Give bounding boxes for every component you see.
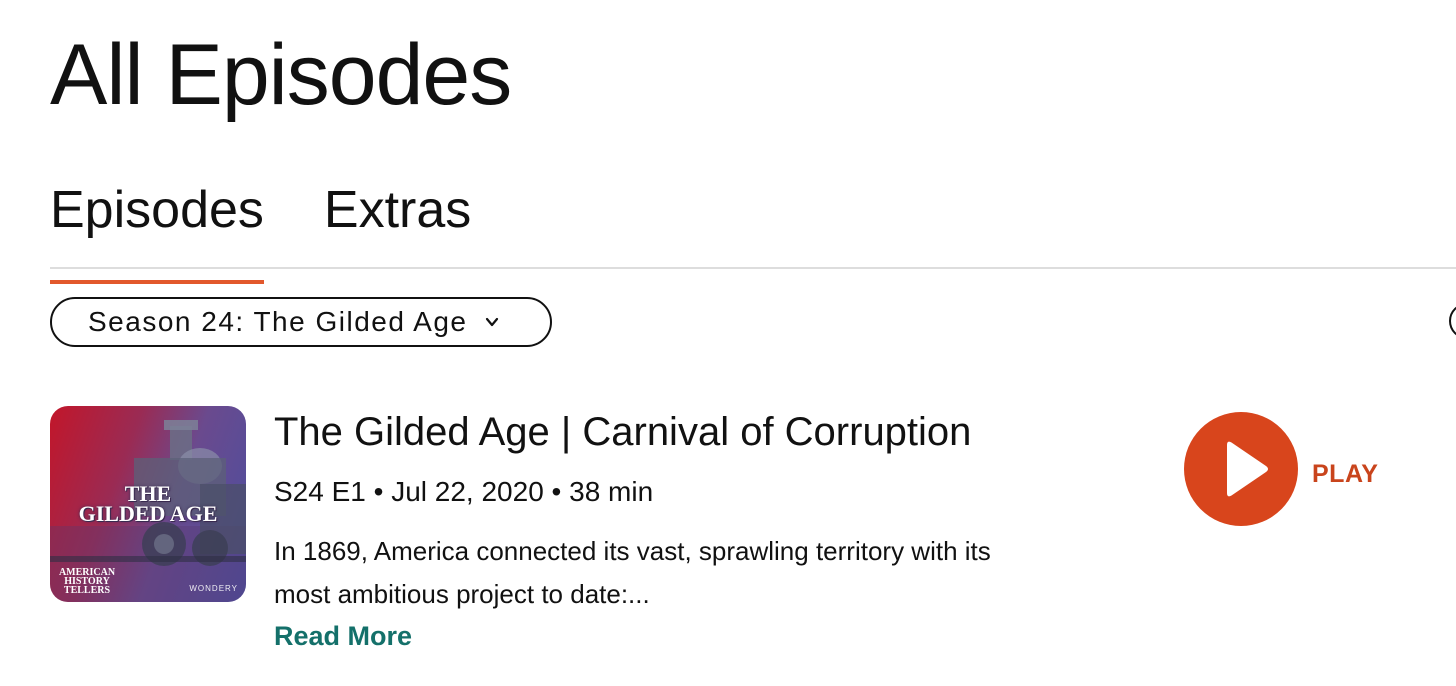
season-dropdown-label: Season 24: The Gilded Age xyxy=(88,306,468,337)
page-title: All Episodes xyxy=(50,27,512,123)
page: All Episodes Episodes Extras Season 24: … xyxy=(0,0,1456,686)
artwork-network: WONDERY xyxy=(189,584,238,593)
play-icon xyxy=(1227,441,1268,497)
artwork-brand: AMERICAN HISTORY TELLERS xyxy=(56,568,118,596)
play-label[interactable]: PLAY xyxy=(1312,460,1378,489)
play-button[interactable] xyxy=(1184,412,1298,526)
episode-description: In 1869, America connected its vast, spr… xyxy=(274,536,991,609)
episode-row: THE GILDED AGE AMERICAN HISTORY TELLERS … xyxy=(50,404,1450,664)
episode-artwork[interactable]: THE GILDED AGE AMERICAN HISTORY TELLERS … xyxy=(50,406,246,602)
tabs-divider xyxy=(50,267,1456,269)
read-more-link[interactable]: Read More xyxy=(274,618,412,654)
episode-title[interactable]: The Gilded Age | Carnival of Corruption xyxy=(274,406,971,458)
artwork-title-line2: GILDED AGE xyxy=(78,501,218,526)
tab-extras[interactable]: Extras xyxy=(324,170,471,268)
artwork-title: THE GILDED AGE xyxy=(50,483,246,526)
filter-control-edge[interactable] xyxy=(1449,303,1456,339)
tab-bar: Episodes Extras xyxy=(50,170,531,284)
chevron-down-icon xyxy=(486,317,499,327)
season-dropdown[interactable]: Season 24: The Gilded Age xyxy=(50,297,552,347)
episode-meta: S24 E1 • Jul 22, 2020 • 38 min xyxy=(274,476,654,507)
artwork-brand-line3: TELLERS xyxy=(63,585,111,596)
tab-episodes[interactable]: Episodes xyxy=(50,170,264,284)
